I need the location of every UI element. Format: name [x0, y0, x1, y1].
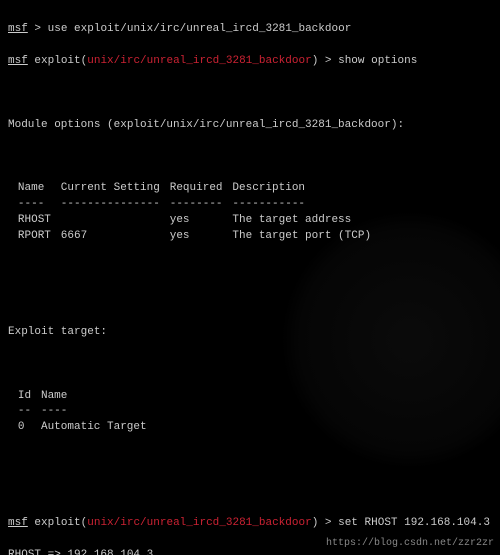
- col-desc: Description: [232, 181, 381, 197]
- blank-line: [8, 293, 492, 309]
- table-divider-row: ------: [18, 404, 157, 420]
- msf-prompt: msf: [8, 23, 28, 35]
- col-required: Required: [170, 181, 233, 197]
- blank-line: [8, 357, 492, 373]
- exploit-target-header: Exploit target:: [8, 325, 492, 341]
- blank-line: [8, 149, 492, 165]
- exploit-word: exploit: [34, 55, 80, 67]
- module-options-header: Module options (exploit/unix/irc/unreal_…: [8, 118, 492, 134]
- terminal-output: msf > use exploit/unix/irc/unreal_ircd_3…: [0, 0, 500, 555]
- blank-line: [8, 484, 492, 500]
- table-header-row: IdName: [18, 389, 157, 405]
- gt: >: [325, 517, 332, 529]
- prompt-line-use: msf > use exploit/unix/irc/unreal_ircd_3…: [8, 22, 492, 38]
- gt: >: [325, 55, 332, 67]
- module-path: unix/irc/unreal_ircd_3281_backdoor: [87, 517, 311, 529]
- gt: >: [34, 23, 41, 35]
- col-name: Name: [18, 181, 61, 197]
- table-row: RHOSTyesThe target address: [18, 213, 381, 229]
- module-path: unix/irc/unreal_ircd_3281_backdoor: [87, 55, 311, 67]
- target-table: IdName ------ 0Automatic Target: [18, 389, 157, 437]
- blank-line: [8, 261, 492, 277]
- watermark-text: https://blog.csdn.net/zzr2zr: [326, 537, 494, 552]
- table-row: 0Automatic Target: [18, 420, 157, 436]
- prompt-line-set-rhost: msf exploit(unix/irc/unreal_ircd_3281_ba…: [8, 516, 492, 532]
- table-header-row: NameCurrent SettingRequiredDescription: [18, 181, 381, 197]
- cmd-show-options: show options: [338, 55, 417, 67]
- blank-line: [8, 86, 492, 102]
- col-current: Current Setting: [61, 181, 170, 197]
- msf-prompt: msf: [8, 517, 28, 529]
- prompt-line-show-options: msf exploit(unix/irc/unreal_ircd_3281_ba…: [8, 54, 492, 70]
- exploit-word: exploit: [34, 517, 80, 529]
- msf-prompt: msf: [8, 55, 28, 67]
- table-divider-row: --------------------------------------: [18, 197, 381, 213]
- cmd-use: use exploit/unix/irc/unreal_ircd_3281_ba…: [48, 23, 352, 35]
- options-table: NameCurrent SettingRequiredDescription -…: [18, 181, 381, 245]
- blank-line: [8, 452, 492, 468]
- cmd-set-rhost: set RHOST 192.168.104.3: [338, 517, 490, 529]
- table-row: RPORT6667yesThe target port (TCP): [18, 229, 381, 245]
